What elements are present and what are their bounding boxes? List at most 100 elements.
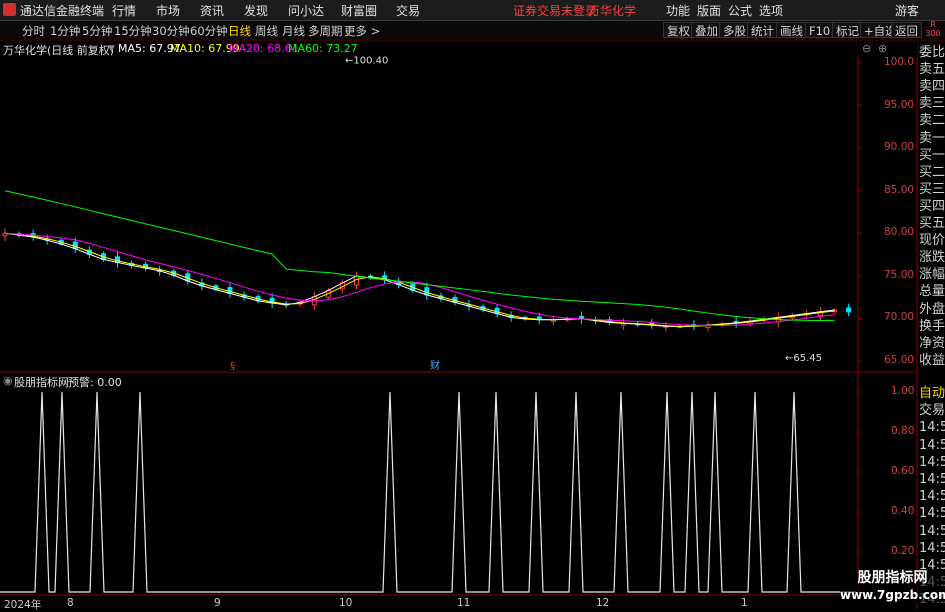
indicator-alert: 预警: 0.00 [68, 376, 122, 389]
menu-banmian[interactable]: 版面 [697, 2, 721, 19]
r-label: R [930, 20, 936, 29]
period-fenshi[interactable]: 分时 [22, 23, 45, 39]
candle-body [72, 241, 78, 250]
y-axis-label: 80.00 [884, 226, 915, 239]
indicator-y-label: 0.20 [891, 545, 915, 557]
menu-jiaoyi[interactable]: 交易 [396, 2, 420, 19]
period-15min[interactable]: 15分钟 [114, 23, 152, 39]
period-1min[interactable]: 1分钟 [50, 23, 80, 39]
x-label-year: 2024年 [4, 599, 42, 611]
settings-icon[interactable]: ⊕ [878, 42, 887, 55]
trade-time-item: 14:56 [919, 454, 945, 470]
auto-trade-label[interactable]: 自动 [919, 385, 945, 402]
x-label-aug: 8 [67, 597, 74, 609]
menu-gongneng[interactable]: 功能 [666, 2, 690, 19]
menu-faxian[interactable]: 发现 [244, 2, 268, 19]
quote-field-label: 涨幅 [919, 267, 945, 283]
y-axis-label: 95.00 [884, 98, 915, 111]
period-multi[interactable]: 多周期 [308, 23, 343, 39]
indicator-title: 股朋指标网 [14, 376, 69, 389]
period-weekly[interactable]: 周线 [255, 23, 278, 39]
trade-time-item: 14:56 [919, 506, 945, 522]
y-axis-label: 90.00 [884, 141, 915, 154]
multi-stock-button[interactable]: 多股 [719, 22, 750, 38]
quote-field-label: 买二 [919, 164, 945, 180]
zoom-out-icon[interactable]: ⊖ [862, 42, 871, 55]
indicator-y-label: 1.00 [891, 385, 915, 397]
candle-body [846, 307, 852, 313]
collapse-icon[interactable]: ▼ [108, 44, 115, 54]
app-name: 通达信金融终端 [20, 4, 105, 18]
ma60-value: MA60: 73.27 [288, 42, 358, 55]
guest-label[interactable]: 游客 [895, 2, 919, 19]
y-axis-label: 100.0 [884, 56, 915, 68]
quote-field-label: 卖三 [919, 96, 945, 112]
ma10-line [4, 232, 835, 327]
period-daily[interactable]: 日线 [228, 23, 251, 39]
trade-time-item: 14:56 [919, 489, 945, 505]
menu-wenxiaoda[interactable]: 问小达 [288, 2, 324, 19]
y-axis-label: 65.00 [884, 354, 915, 366]
r-number: 300 [925, 29, 941, 38]
indicator-y-label: 0.40 [891, 505, 915, 517]
indicator-lines [0, 391, 856, 593]
menu-xuanxiang[interactable]: 选项 [759, 2, 783, 19]
mark-button[interactable]: 标记 [832, 22, 863, 38]
menu-hangqing[interactable]: 行情 [112, 2, 136, 19]
indicator-collapse-icon[interactable]: ◉ [3, 374, 13, 387]
quote-field-label: 买五 [919, 216, 945, 231]
quote-field-label: 外盘 [919, 301, 945, 317]
event-marker: § [230, 361, 235, 372]
menu-gongshi[interactable]: 公式 [728, 2, 752, 19]
ma-lines [4, 190, 835, 328]
candlesticks [2, 228, 852, 332]
trade-time-item: 14:56 [919, 420, 945, 436]
axes: ←100.40 ←65.45 § 财 [0, 56, 918, 609]
period-monthly[interactable]: 月线 [282, 23, 305, 39]
chart-canvas: ←100.40 ←65.45 § 财 [0, 56, 918, 609]
high-price-label: ←100.40 [345, 56, 388, 67]
draw-line-button[interactable]: 画线 [776, 22, 807, 38]
quote-field-label: 净资 [919, 335, 945, 351]
quote-field-label: 总量 [919, 284, 945, 300]
watermark-title: 股朋指标网 [857, 570, 928, 586]
quote-field-label: 买一 [919, 147, 945, 163]
trade-time-item: 14:56 [919, 540, 945, 556]
overlay-button[interactable]: 叠加 [691, 22, 722, 38]
quote-field-label: 收益 [919, 352, 945, 368]
quote-field-label: 买三 [919, 181, 945, 197]
watermark: 股朋指标网 www.7gpzb.com [840, 570, 945, 604]
f10-button[interactable]: F10 [805, 22, 835, 38]
back-button[interactable]: 返回 [891, 22, 922, 38]
period-30min[interactable]: 30分钟 [152, 23, 190, 39]
trade-login-notice[interactable]: 证券交易未登录 [513, 2, 597, 19]
fuquan-button[interactable]: 复权 [663, 22, 694, 38]
candle-body [424, 287, 430, 296]
ma20-line [4, 232, 835, 327]
trade-label[interactable]: 交易 [919, 402, 945, 419]
title-bar: 通达信金融终端 行情 市场 资讯 发现 问小达 财富圈 交易 证券交易未登录 万… [0, 0, 945, 21]
quote-field-label: 涨跌 [919, 250, 945, 266]
y-axis-label: 75.00 [884, 268, 915, 281]
menu-caifuquan[interactable]: 财富圈 [341, 2, 377, 19]
trade-time-item: 14:56 [919, 437, 945, 453]
quote-field-label: 买四 [919, 198, 945, 214]
period-5min[interactable]: 5分钟 [82, 23, 112, 39]
quote-field-label: 委比 [919, 45, 945, 60]
stats-button[interactable]: 统计 [747, 22, 778, 38]
quote-field-label: 卖五 [919, 62, 945, 78]
menu-zixun[interactable]: 资讯 [200, 2, 224, 19]
period-more[interactable]: 更多 > [344, 23, 380, 39]
watermark-url: www.7gpzb.com [840, 588, 945, 602]
menu-shichang[interactable]: 市场 [156, 2, 180, 19]
indicator-y-label: 0.60 [891, 465, 915, 477]
indicator-y-label: 0.80 [891, 425, 915, 437]
stock-name-title: 万华化学 [588, 4, 637, 18]
x-label-dec: 12 [596, 597, 610, 609]
app-logo-icon [3, 3, 16, 16]
y-axis-label: 85.00 [884, 183, 915, 196]
period-60min[interactable]: 60分钟 [190, 23, 228, 39]
quote-field-label: 现价 [919, 233, 945, 249]
alert-signal-line [0, 391, 856, 593]
x-label-oct: 10 [339, 597, 353, 609]
